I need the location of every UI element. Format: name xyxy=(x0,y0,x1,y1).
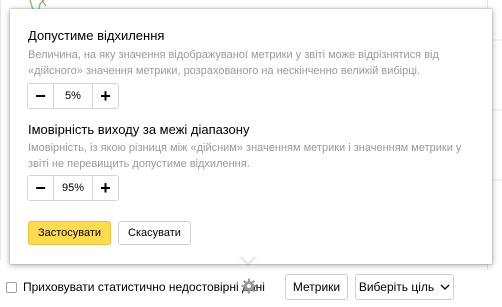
error-value[interactable]: 5% xyxy=(54,84,92,108)
popup-arrow xyxy=(239,254,257,263)
hide-unreliable-checkbox[interactable] xyxy=(6,282,17,293)
probability-increase-button[interactable]: + xyxy=(92,176,118,200)
error-stepper: − 5% + xyxy=(27,83,119,109)
error-title: Допустиме відхилення xyxy=(28,28,165,43)
apply-button[interactable]: Застосувати xyxy=(28,221,111,245)
error-increase-button[interactable]: + xyxy=(92,84,118,108)
chevron-down-icon xyxy=(440,284,450,290)
probability-description: Імовірність, із якою різниця між «дійсни… xyxy=(28,142,462,170)
probability-value[interactable]: 95% xyxy=(54,176,92,200)
cancel-button[interactable]: Скасувати xyxy=(118,221,191,245)
hide-unreliable-label[interactable]: Приховувати статистично недостовірні дан… xyxy=(23,280,265,294)
error-decrease-button[interactable]: − xyxy=(28,84,54,108)
metrics-button[interactable]: Метрики xyxy=(285,274,348,300)
goal-select-label: Виберіть ціль xyxy=(358,280,435,294)
gear-icon[interactable] xyxy=(241,278,257,294)
probability-title: Імовірність виходу за межі діапазону xyxy=(28,122,250,137)
goal-select-button[interactable]: Виберіть ціль xyxy=(355,274,454,300)
error-description: Величина, на яку значення відображуваної… xyxy=(28,49,439,77)
probability-stepper: − 95% + xyxy=(27,175,119,201)
probability-decrease-button[interactable]: − xyxy=(28,176,54,200)
accuracy-settings-popup: Допустиме відхилення Величина, на яку зн… xyxy=(10,9,492,264)
